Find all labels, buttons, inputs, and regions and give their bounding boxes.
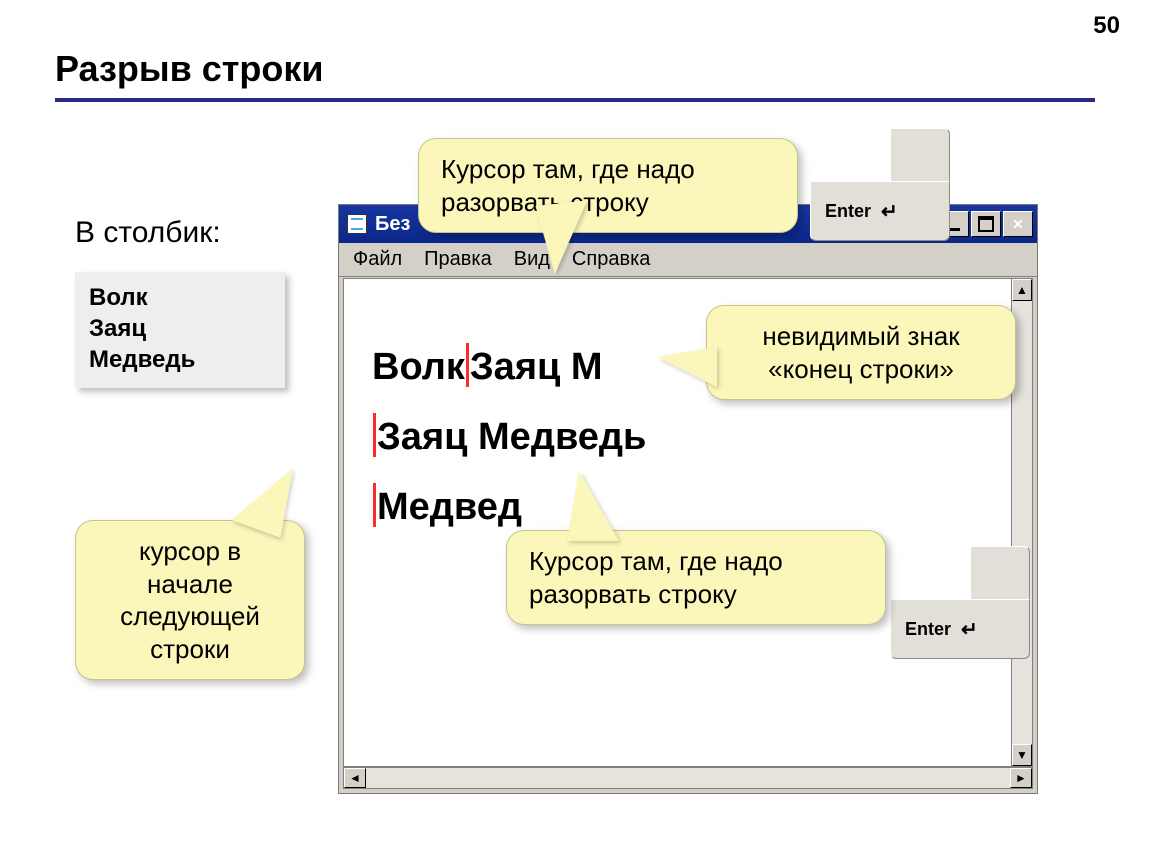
- scroll-up-icon[interactable]: ▲: [1012, 279, 1032, 301]
- doc-line-3: Медвед: [372, 475, 522, 529]
- column-item: Заяц: [89, 313, 271, 344]
- horizontal-scrollbar[interactable]: ◄ ►: [343, 767, 1033, 789]
- page-number: 50: [1093, 12, 1120, 40]
- callout-cursor-break-top: Курсор там, где надо разорвать строку: [418, 138, 798, 233]
- column-label: В столбик:: [75, 216, 221, 250]
- text-cursor: [373, 483, 376, 527]
- close-button[interactable]: [1003, 211, 1033, 237]
- menu-edit[interactable]: Правка: [424, 248, 492, 271]
- enter-key: Enter ↵: [810, 128, 950, 241]
- column-box: Волк Заяц Медведь: [75, 272, 285, 388]
- return-arrow-icon: ↵: [961, 617, 978, 642]
- text-cursor: [466, 343, 469, 387]
- scroll-down-icon[interactable]: ▼: [1012, 744, 1032, 766]
- window-title: Без: [375, 213, 410, 236]
- title-rule: [55, 98, 1095, 102]
- document-icon: [347, 214, 367, 234]
- doc-line-2: Заяц Медведь: [372, 405, 646, 459]
- maximize-button[interactable]: [971, 211, 1001, 237]
- enter-key: Enter ↵: [890, 546, 1030, 659]
- app-window: Без Файл Правка Вид Справка ВолкЗаяц М З…: [338, 204, 1038, 794]
- menu-file[interactable]: Файл: [353, 248, 402, 271]
- column-item: Волк: [89, 282, 271, 313]
- callout-eol-mark: невидимый знак «конец строки»: [706, 305, 1016, 400]
- menubar: Файл Правка Вид Справка: [339, 243, 1037, 277]
- return-arrow-icon: ↵: [881, 199, 898, 224]
- text-cursor: [373, 413, 376, 457]
- doc-line-1: ВолкЗаяц М: [372, 335, 603, 389]
- column-item: Медведь: [89, 344, 271, 375]
- callout-cursor-break-bottom: Курсор там, где надо разорвать строку: [506, 530, 886, 625]
- key-label: Enter: [825, 201, 871, 222]
- callout-cursor-next-line: курсор в начале следующей строки: [75, 520, 305, 680]
- scroll-track[interactable]: [366, 768, 1010, 788]
- scroll-left-icon[interactable]: ◄: [344, 768, 366, 788]
- key-label: Enter: [905, 619, 951, 640]
- slide-title: Разрыв строки: [55, 48, 324, 90]
- scroll-right-icon[interactable]: ►: [1010, 768, 1032, 788]
